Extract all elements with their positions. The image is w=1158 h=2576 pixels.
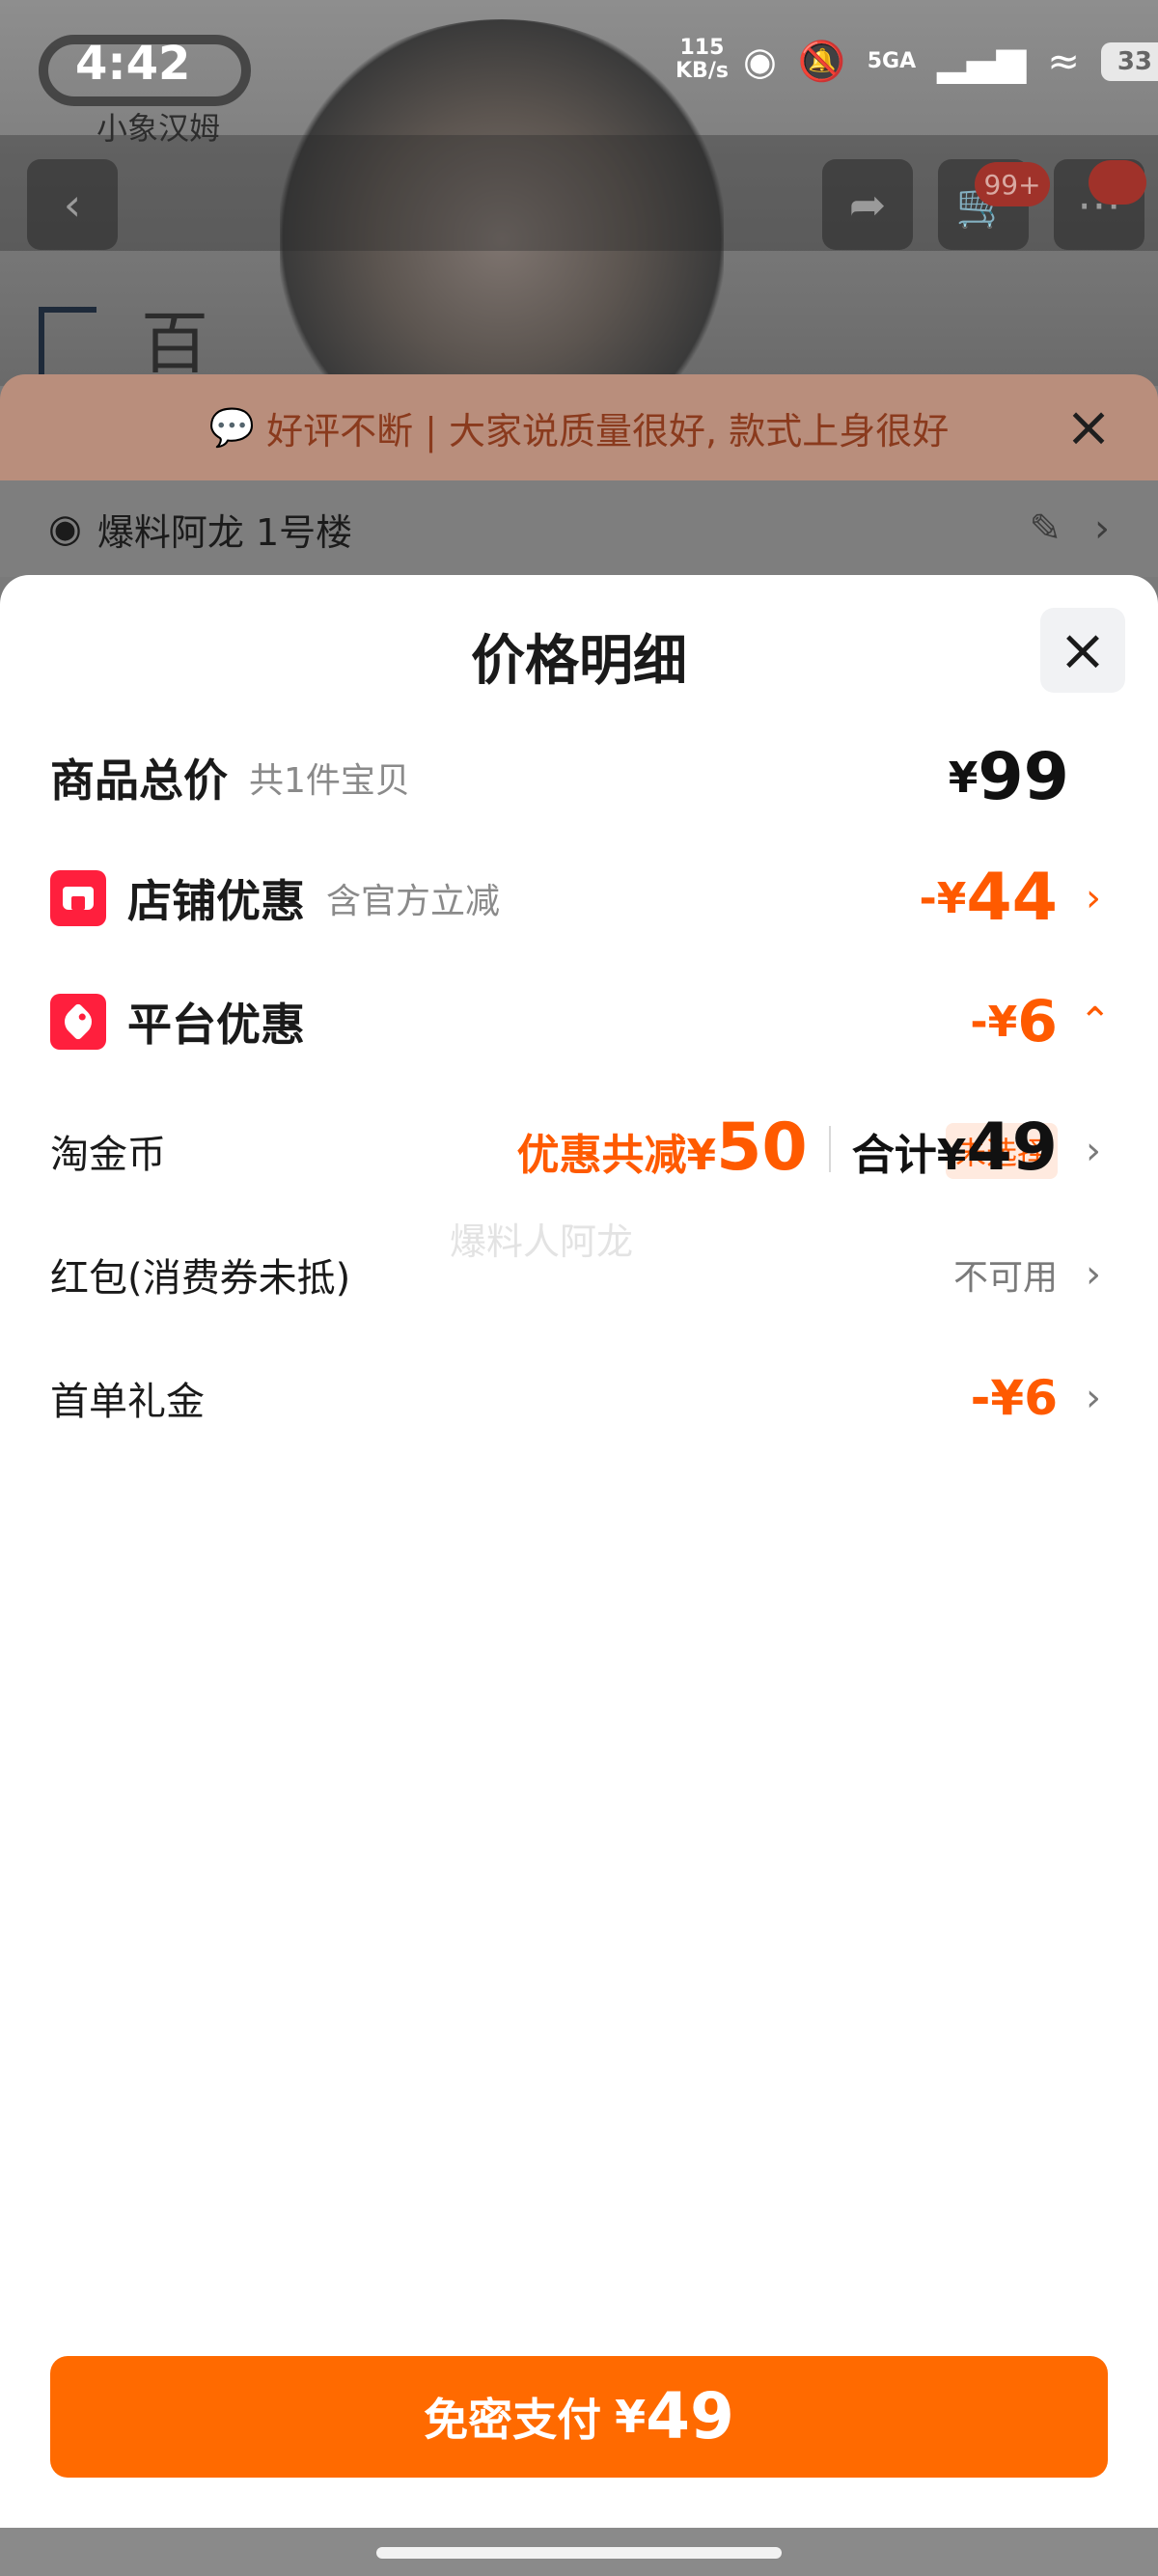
hongbao-value: 不可用 › xyxy=(953,1249,1108,1300)
row-platform-discount[interactable]: 平台优惠 -¥ 6 ⌃ xyxy=(50,978,1112,1065)
total-amount: 99 xyxy=(978,739,1069,815)
total-value: ¥ 99 xyxy=(949,745,1069,810)
review-banner: 💬 好评不断 | 大家说质量很好, 款式上身很好 × xyxy=(0,374,1158,480)
pay-button-amount: 49 xyxy=(646,2379,734,2453)
pay-button-label: 免密支付 xyxy=(424,2394,602,2446)
first-order-label: 首单礼金 xyxy=(50,1380,205,1424)
status-bar: 小象汉姆 4:42 115 KB/s ◉ 🔕 5GA ▂▄▆ ≈ 33 xyxy=(0,0,1158,147)
home-indicator[interactable] xyxy=(376,2547,782,2559)
grand-total-amount: 49 xyxy=(966,1110,1058,1186)
chevron-right-icon: › xyxy=(1086,1129,1101,1173)
edit-icon[interactable]: ✎ xyxy=(1029,507,1062,551)
product-title-fragment: 百 xyxy=(141,304,208,383)
location-pin-icon: ◉ xyxy=(48,507,82,551)
discount-total-currency: ¥ xyxy=(686,1131,717,1180)
location-icon: ◉ xyxy=(743,39,777,84)
row-shop-discount[interactable]: 店铺优惠 含官方立减 -¥ 44 › xyxy=(50,855,1108,942)
grand-total-currency: ¥ xyxy=(936,1131,967,1180)
platform-discount-label: 平台优惠 xyxy=(127,999,305,1051)
speed-unit: KB/s xyxy=(676,59,729,83)
first-order-value: -¥6 › xyxy=(971,1374,1108,1422)
network-speed: 115 KB/s xyxy=(676,37,729,83)
sheet-title: 价格明细 xyxy=(471,630,687,693)
cart-badge: 99+ xyxy=(975,162,1050,206)
row-first-order[interactable]: 首单礼金 -¥6 › xyxy=(50,1364,1108,1432)
platform-discount-value: -¥ 6 ⌃ xyxy=(970,988,1112,1055)
chat-bubble-icon: 💬 xyxy=(208,405,256,449)
sheet-close-button[interactable]: × xyxy=(1040,608,1125,693)
wifi-icon: ≈ xyxy=(1047,39,1080,84)
first-order-amount: -¥6 xyxy=(970,1370,1058,1426)
shop-icon xyxy=(50,870,106,926)
shop-discount-prefix: -¥ xyxy=(919,873,967,923)
status-icons: ◉ 🔕 5GA ▂▄▆ ≈ 33 xyxy=(743,39,1158,84)
title-bracket-icon xyxy=(39,307,96,374)
row-total: 商品总价 共1件宝贝 ¥ 99 xyxy=(50,739,1108,816)
shop-discount-value: -¥ 44 › xyxy=(919,865,1108,931)
shop-discount-sub: 含官方立减 xyxy=(326,882,501,921)
hongbao-label: 红包(消费券未抵) xyxy=(50,1256,351,1301)
close-icon: × xyxy=(1058,617,1108,684)
chevron-right-icon: › xyxy=(1086,1252,1101,1297)
row-hongbao[interactable]: 红包(消费券未抵) 不可用 › xyxy=(50,1241,1108,1308)
summary-divider xyxy=(828,1125,831,1172)
taojinbi-label: 淘金币 xyxy=(50,1133,166,1177)
platform-discount-amount: 6 xyxy=(1017,988,1058,1055)
network-type: 5GA xyxy=(867,48,917,73)
discount-total-amount: 50 xyxy=(716,1110,808,1186)
speed-value: 115 xyxy=(679,36,725,60)
total-label: 商品总价 xyxy=(50,754,228,807)
share-icon[interactable]: ➦ xyxy=(822,159,913,250)
grand-total-label: 合计 xyxy=(851,1131,937,1180)
address-text: 爆料阿龙 1号楼 xyxy=(96,510,353,554)
total-currency: ¥ xyxy=(948,753,979,803)
app-logo-text: 小象汉姆 xyxy=(96,110,221,147)
total-count: 共1件宝贝 xyxy=(249,761,410,801)
battery-icon: 33 xyxy=(1100,41,1158,81)
chevron-up-icon: ⌃ xyxy=(1079,1000,1112,1044)
hongbao-status: 不可用 xyxy=(952,1258,1058,1298)
message-badge xyxy=(1089,160,1146,205)
address-row[interactable]: ◉ 爆料阿龙 1号楼 ✎ › xyxy=(0,480,1158,577)
password-free-pay-button[interactable]: 免密支付 ¥ 49 xyxy=(50,2356,1108,2478)
signal-icon: ▂▄▆ xyxy=(937,39,1027,84)
price-summary: 优惠共减 ¥ 50 合计 ¥ 49 xyxy=(516,1115,1058,1182)
discount-total-label: 优惠共减 xyxy=(516,1131,687,1180)
shop-discount-amount: 44 xyxy=(966,860,1058,936)
price-detail-sheet: 价格明细 × 商品总价 共1件宝贝 ¥ 99 店铺优惠 含官方立减 -¥ 44 … xyxy=(0,575,1158,2528)
review-close-icon[interactable]: × xyxy=(1058,396,1119,457)
status-time: 4:42 xyxy=(75,37,191,91)
coupon-tag-icon xyxy=(50,994,106,1050)
review-banner-text: 好评不断 | 大家说质量很好, 款式上身很好 xyxy=(266,409,950,452)
pay-button-currency: ¥ xyxy=(615,2391,647,2443)
platform-discount-prefix: -¥ xyxy=(970,997,1018,1047)
shop-discount-label: 店铺优惠 xyxy=(127,875,305,927)
chevron-right-icon: › xyxy=(1094,507,1110,551)
back-icon[interactable]: ‹ xyxy=(27,159,118,250)
chevron-right-icon: › xyxy=(1086,1376,1101,1420)
chevron-right-icon: › xyxy=(1086,876,1101,920)
mute-icon: 🔕 xyxy=(797,40,846,84)
